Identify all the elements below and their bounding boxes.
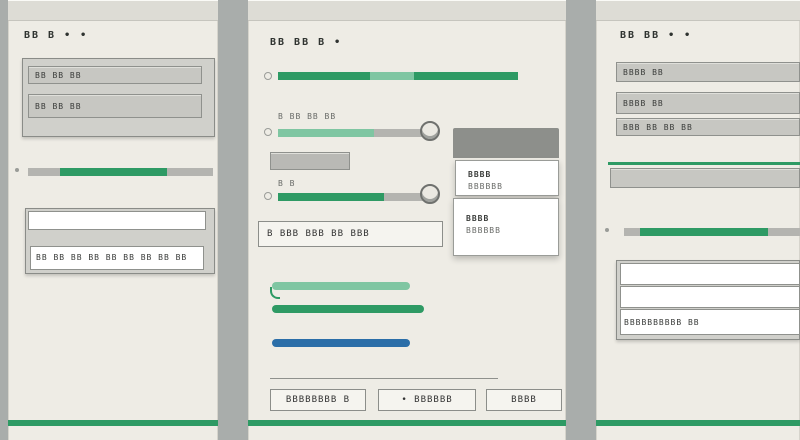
right-panel: BB BB • • BBBB BB BBBB BB BBB BB BB BB B… [596, 0, 800, 440]
button-row-divider [270, 378, 498, 379]
window-gutter-left [0, 0, 8, 440]
right-panel-header [596, 1, 800, 21]
pill-slider-1[interactable] [272, 282, 410, 290]
left-field-2[interactable]: BB BB BB [28, 94, 202, 118]
right-panel-title: BB BB • • [620, 30, 693, 41]
top-progress-end [414, 72, 518, 80]
right-progress-fill [640, 228, 768, 236]
popup-item-1-text: BBBBBB [468, 182, 503, 191]
slider-2-fill [278, 193, 384, 201]
popup-item-1-title: BBBB [468, 170, 492, 179]
right-panel-footer-bar [596, 420, 800, 426]
top-progress-bar [278, 72, 370, 80]
left-panel-footer-bar [8, 420, 218, 426]
top-progress-mid [370, 72, 414, 80]
pill-slider-1-hook [270, 287, 280, 299]
left-list-row-label: BB BB BB BB BB BB BB BB BB [36, 253, 188, 262]
popup-header [453, 128, 559, 158]
popup-item-2-title: BBBB [466, 214, 490, 223]
right-field-1[interactable]: BBBB BB [616, 62, 800, 82]
slider-2-marker [264, 192, 272, 200]
left-panel: BB B • • BB BB BB BB BB BB BB BB BB BB B… [8, 0, 218, 440]
left-panel-header [8, 1, 218, 21]
left-progress-fill [60, 168, 167, 176]
left-list-row-1[interactable] [28, 211, 206, 230]
center-panel-header [248, 1, 566, 21]
right-list-row-2[interactable] [620, 286, 800, 308]
slider-2-handle[interactable] [420, 184, 440, 204]
left-panel-title: BB B • • [24, 30, 89, 41]
slider-1-label: B BB BB BB [278, 112, 337, 121]
slider-2-label: B B [278, 179, 296, 188]
window-gutter-1 [218, 0, 248, 440]
slider-1-marker [264, 128, 272, 136]
right-accent-line [608, 162, 800, 165]
bottom-button-3[interactable]: BBBB [486, 389, 562, 411]
top-progress-marker [264, 72, 272, 80]
right-field-3[interactable]: BBB BB BB BB [616, 118, 800, 136]
right-progress-dot [605, 228, 609, 232]
right-field-4[interactable] [610, 168, 800, 188]
slider-1-handle[interactable] [420, 121, 440, 141]
right-field-2[interactable]: BBBB BB [616, 92, 800, 114]
left-field-1[interactable]: BB BB BB [28, 66, 202, 84]
center-gray-field[interactable] [270, 152, 350, 170]
slider-1-fill [278, 129, 374, 137]
bottom-button-2[interactable]: • BBBBBB [378, 389, 476, 411]
wide-action-button[interactable]: B BBB BBB BB BBB [258, 221, 443, 247]
center-panel-footer-bar [248, 420, 566, 426]
left-progress-dot [15, 168, 19, 172]
right-list-row-3-label: BBBBBBBBBB BB [624, 318, 700, 327]
pill-slider-3[interactable] [272, 339, 410, 347]
right-list-row-1[interactable] [620, 263, 800, 285]
center-panel-title: BB BB B • [270, 37, 343, 48]
popup-item-2-text: BBBBBB [466, 226, 501, 235]
pill-slider-2[interactable] [272, 305, 424, 313]
popup-item-1[interactable]: BBBB BBBBBB [455, 160, 559, 196]
popup-item-2[interactable]: BBBB BBBBBB [453, 198, 559, 256]
window-gutter-2 [566, 0, 596, 440]
bottom-button-1[interactable]: BBBBBBBB B [270, 389, 366, 411]
